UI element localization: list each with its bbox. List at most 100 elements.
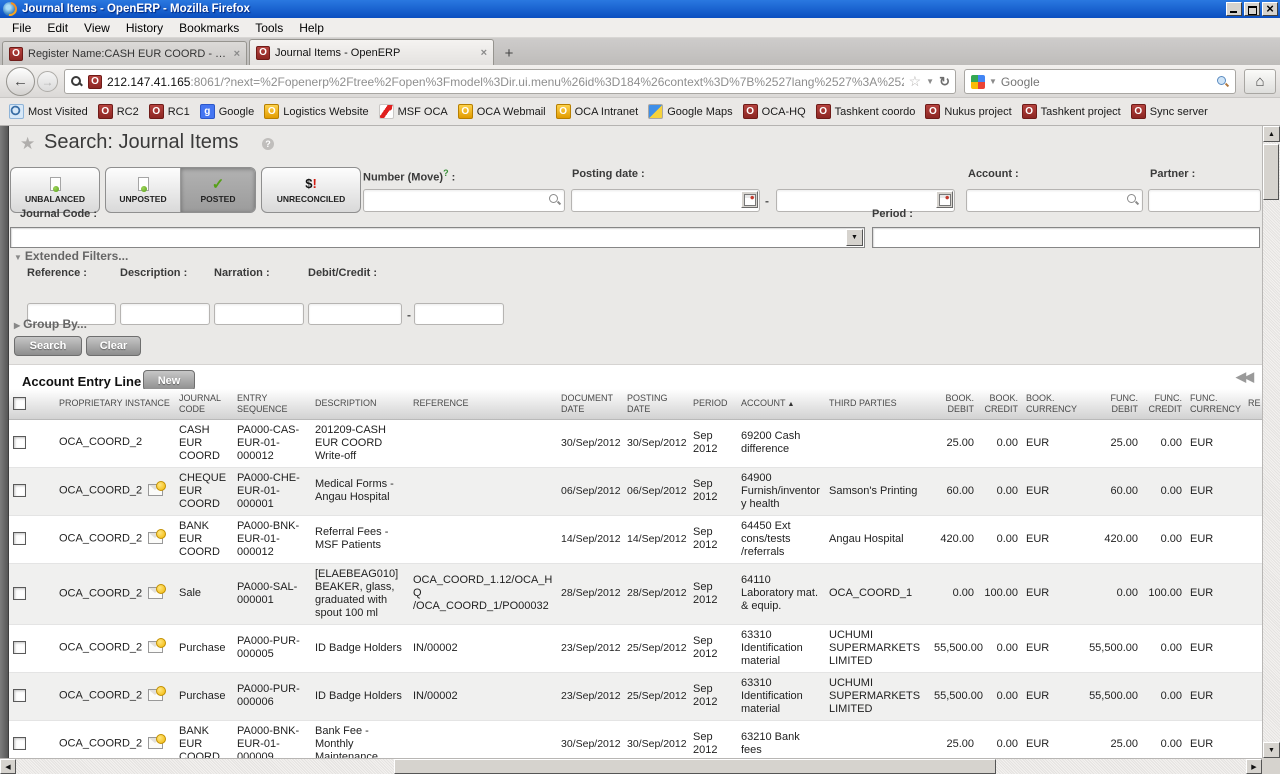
filter-unposted[interactable]: UNPOSTED bbox=[106, 168, 180, 212]
site-identity-key-icon[interactable] bbox=[70, 75, 83, 88]
debit-credit-to-input[interactable] bbox=[414, 303, 504, 325]
column-header-func_debit[interactable]: FUNC. DEBIT bbox=[1080, 389, 1142, 419]
extended-filters-toggle[interactable]: ▼Extended Filters... bbox=[14, 249, 128, 263]
table-row[interactable]: OCA_COORD_2BANK EUR COORDPA000-BNK-EUR-0… bbox=[9, 515, 1264, 563]
bookmark-item[interactable]: ONukus project bbox=[920, 102, 1016, 121]
filter-posted[interactable]: POSTED bbox=[180, 168, 255, 212]
tab-close-icon[interactable]: × bbox=[234, 48, 240, 60]
bookmark-item[interactable]: ORC1 bbox=[144, 102, 195, 121]
cell-cb[interactable] bbox=[9, 467, 47, 515]
number-move-input[interactable] bbox=[363, 189, 565, 212]
reload-icon[interactable]: ↻ bbox=[939, 74, 950, 90]
bookmark-item[interactable]: Google Maps bbox=[643, 102, 737, 121]
select-dropdown-icon[interactable]: ▼ bbox=[846, 229, 863, 246]
filter-unbalanced[interactable]: UNBALANCED bbox=[11, 168, 99, 212]
menu-file[interactable]: File bbox=[4, 19, 39, 37]
bookmark-item[interactable]: MSF OCA bbox=[374, 102, 453, 121]
row-checkbox[interactable] bbox=[13, 641, 26, 654]
search-button[interactable]: Search bbox=[14, 336, 82, 356]
column-header-third_parties[interactable]: THIRD PARTIES bbox=[825, 389, 930, 419]
collapse-chevrons-icon[interactable]: ◀◀ bbox=[1236, 369, 1252, 385]
journal-code-select[interactable]: ▼ bbox=[10, 227, 865, 248]
menu-view[interactable]: View bbox=[76, 19, 118, 37]
posting-date-to-calendar-icon[interactable] bbox=[936, 191, 953, 208]
url-dropdown-icon[interactable]: ▼ bbox=[926, 77, 934, 86]
select-all-checkbox[interactable] bbox=[13, 397, 26, 410]
menu-bookmarks[interactable]: Bookmarks bbox=[171, 19, 247, 37]
column-header-account[interactable]: ACCOUNT ▲ bbox=[737, 389, 825, 419]
bookmark-item[interactable]: OOCA-HQ bbox=[738, 102, 811, 121]
cell-cb[interactable] bbox=[9, 419, 47, 467]
column-header-period[interactable]: PERIOD bbox=[689, 389, 737, 419]
scroll-down-icon[interactable]: ▼ bbox=[1263, 742, 1280, 758]
google-engine-icon[interactable] bbox=[971, 75, 985, 89]
table-row[interactable]: OCA_COORD_2CHEQUE EUR COORDPA000-CHE-EUR… bbox=[9, 467, 1264, 515]
clear-button[interactable]: Clear bbox=[86, 336, 141, 356]
tab-close-icon[interactable]: × bbox=[481, 47, 487, 59]
vertical-scroll-thumb[interactable] bbox=[1263, 144, 1279, 200]
menu-edit[interactable]: Edit bbox=[39, 19, 76, 37]
narration-input[interactable] bbox=[214, 303, 304, 325]
column-header-journal[interactable]: JOURNAL CODE bbox=[175, 389, 233, 419]
table-row[interactable]: OCA_COORD_2PurchasePA000-PUR-000006ID Ba… bbox=[9, 672, 1264, 720]
column-header-book_credit[interactable]: BOOK. CREDIT bbox=[978, 389, 1022, 419]
column-header-description[interactable]: DESCRIPTION bbox=[311, 389, 409, 419]
browser-tab[interactable]: OJournal Items - OpenERP× bbox=[249, 39, 494, 65]
cell-cb[interactable] bbox=[9, 624, 47, 672]
cell-cb[interactable] bbox=[9, 515, 47, 563]
period-input[interactable] bbox=[872, 227, 1260, 248]
posting-date-from-calendar-icon[interactable] bbox=[741, 191, 758, 208]
bookmark-item[interactable]: OTashkent project bbox=[1017, 102, 1126, 121]
group-by-toggle[interactable]: ▶Group By... bbox=[14, 317, 87, 331]
cell-cb[interactable] bbox=[9, 563, 47, 624]
table-row[interactable]: OCA_COORD_2SalePA000-SAL-000001[ELAEBEAG… bbox=[9, 563, 1264, 624]
collapsed-sidebar-strip[interactable] bbox=[0, 126, 9, 758]
row-checkbox[interactable] bbox=[13, 587, 26, 600]
description-input[interactable] bbox=[120, 303, 210, 325]
menu-tools[interactable]: Tools bbox=[247, 19, 291, 37]
new-tab-button[interactable]: + bbox=[496, 42, 522, 64]
new-button[interactable]: New bbox=[143, 370, 195, 391]
bookmark-item[interactable]: OOCA Intranet bbox=[551, 102, 644, 121]
column-header-post_date[interactable]: POSTING DATE bbox=[623, 389, 689, 419]
posting-date-from-input[interactable] bbox=[571, 189, 760, 212]
browser-tab[interactable]: ORegister Name:CASH EUR COORD - Ope...× bbox=[2, 41, 247, 65]
table-row[interactable]: OCA_COORD_2PurchasePA000-PUR-000005ID Ba… bbox=[9, 624, 1264, 672]
row-checkbox[interactable] bbox=[13, 737, 26, 750]
partner-input[interactable] bbox=[1148, 189, 1261, 212]
vertical-scrollbar[interactable]: ▲ ▼ bbox=[1262, 126, 1280, 758]
forward-button[interactable]: → bbox=[37, 71, 58, 92]
column-header-reference[interactable]: REFERENCE bbox=[409, 389, 557, 419]
title-help-icon[interactable]: ? bbox=[262, 138, 274, 150]
row-checkbox[interactable] bbox=[13, 484, 26, 497]
row-checkbox[interactable] bbox=[13, 436, 26, 449]
table-row[interactable]: OCA_COORD_2CASH EUR COORDPA000-CAS-EUR-0… bbox=[9, 419, 1264, 467]
bookmark-item[interactable]: ORC2 bbox=[93, 102, 144, 121]
row-checkbox[interactable] bbox=[13, 689, 26, 702]
web-search-input[interactable] bbox=[1001, 75, 1212, 89]
row-checkbox[interactable] bbox=[13, 532, 26, 545]
column-header-func_credit[interactable]: FUNC. CREDIT bbox=[1142, 389, 1186, 419]
url-bar[interactable]: O 212.147.41.165:8061/?next=%2Fopenerp%2… bbox=[64, 69, 956, 94]
bookmark-item[interactable]: OSync server bbox=[1126, 102, 1213, 121]
bookmark-star-icon[interactable]: ☆ bbox=[909, 73, 922, 90]
menu-history[interactable]: History bbox=[118, 19, 171, 37]
search-bar[interactable]: ▼ bbox=[964, 69, 1236, 94]
column-header-reconcile[interactable]: RE bbox=[1244, 389, 1264, 419]
column-header-doc_date[interactable]: DOCUMENT DATE bbox=[557, 389, 623, 419]
bookmark-item[interactable]: OLogistics Website bbox=[259, 102, 373, 121]
restore-button[interactable] bbox=[1244, 2, 1260, 16]
horizontal-scrollbar[interactable]: ◀ ▶ bbox=[0, 758, 1262, 774]
column-header-sequence[interactable]: ENTRY SEQUENCE bbox=[233, 389, 311, 419]
back-button[interactable]: ← bbox=[6, 67, 35, 96]
bookmark-item[interactable]: Most Visited bbox=[4, 102, 93, 121]
scroll-right-icon[interactable]: ▶ bbox=[1246, 759, 1262, 774]
favorite-star-icon[interactable]: ★ bbox=[20, 134, 35, 154]
menu-help[interactable]: Help bbox=[291, 19, 332, 37]
bookmark-item[interactable]: OTashkent coordo bbox=[811, 102, 921, 121]
home-button[interactable]: ⌂ bbox=[1244, 69, 1276, 94]
minimize-button[interactable] bbox=[1226, 2, 1242, 16]
column-header-book_debit[interactable]: BOOK. DEBIT bbox=[930, 389, 978, 419]
posting-date-to-input[interactable] bbox=[776, 189, 955, 212]
filter-unreconciled[interactable]: UNRECONCILED bbox=[262, 168, 360, 212]
